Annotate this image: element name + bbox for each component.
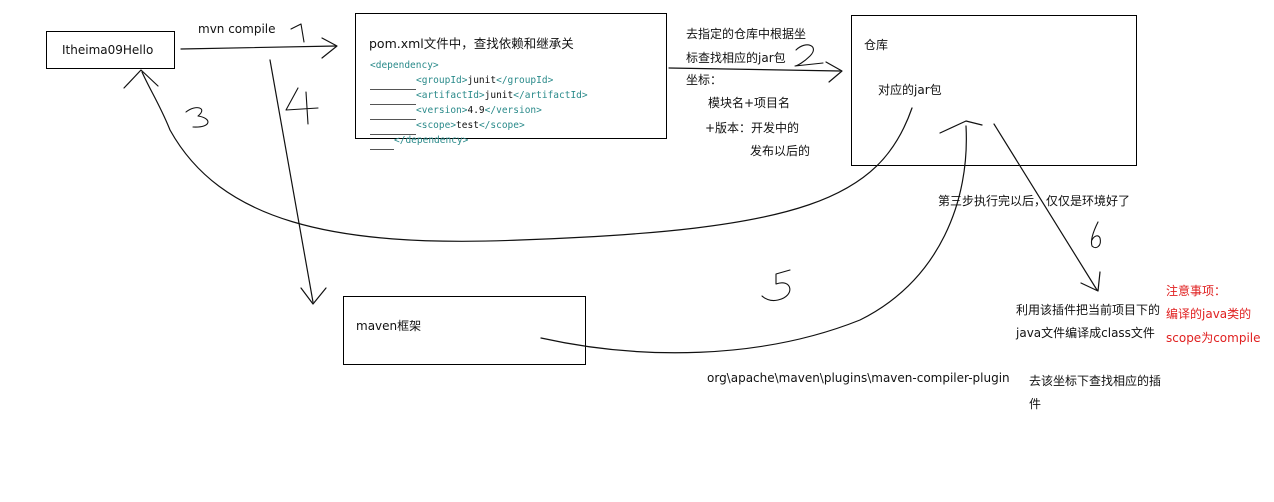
- arrow-5: [540, 125, 967, 354]
- step-number-4-stroke: [285, 87, 319, 125]
- arrow-2-head: [825, 61, 843, 83]
- step-number-6-stroke: [1090, 221, 1101, 249]
- step-number-1-stroke: [290, 23, 305, 43]
- step-number-2-stroke: [794, 44, 824, 67]
- step-number-5-stroke: [761, 269, 791, 302]
- arrow-2: [668, 67, 841, 72]
- arrows-layer: [123, 23, 1101, 354]
- arrow-1: [180, 45, 337, 50]
- arrow-6-head: [1080, 271, 1101, 292]
- step-number-3-stroke: [185, 107, 209, 128]
- arrow-6: [993, 123, 1098, 291]
- arrow-1-head: [321, 37, 338, 59]
- arrow-5-head: [939, 120, 983, 134]
- arrow-3: [141, 71, 913, 242]
- arrow-3-head: [123, 69, 159, 89]
